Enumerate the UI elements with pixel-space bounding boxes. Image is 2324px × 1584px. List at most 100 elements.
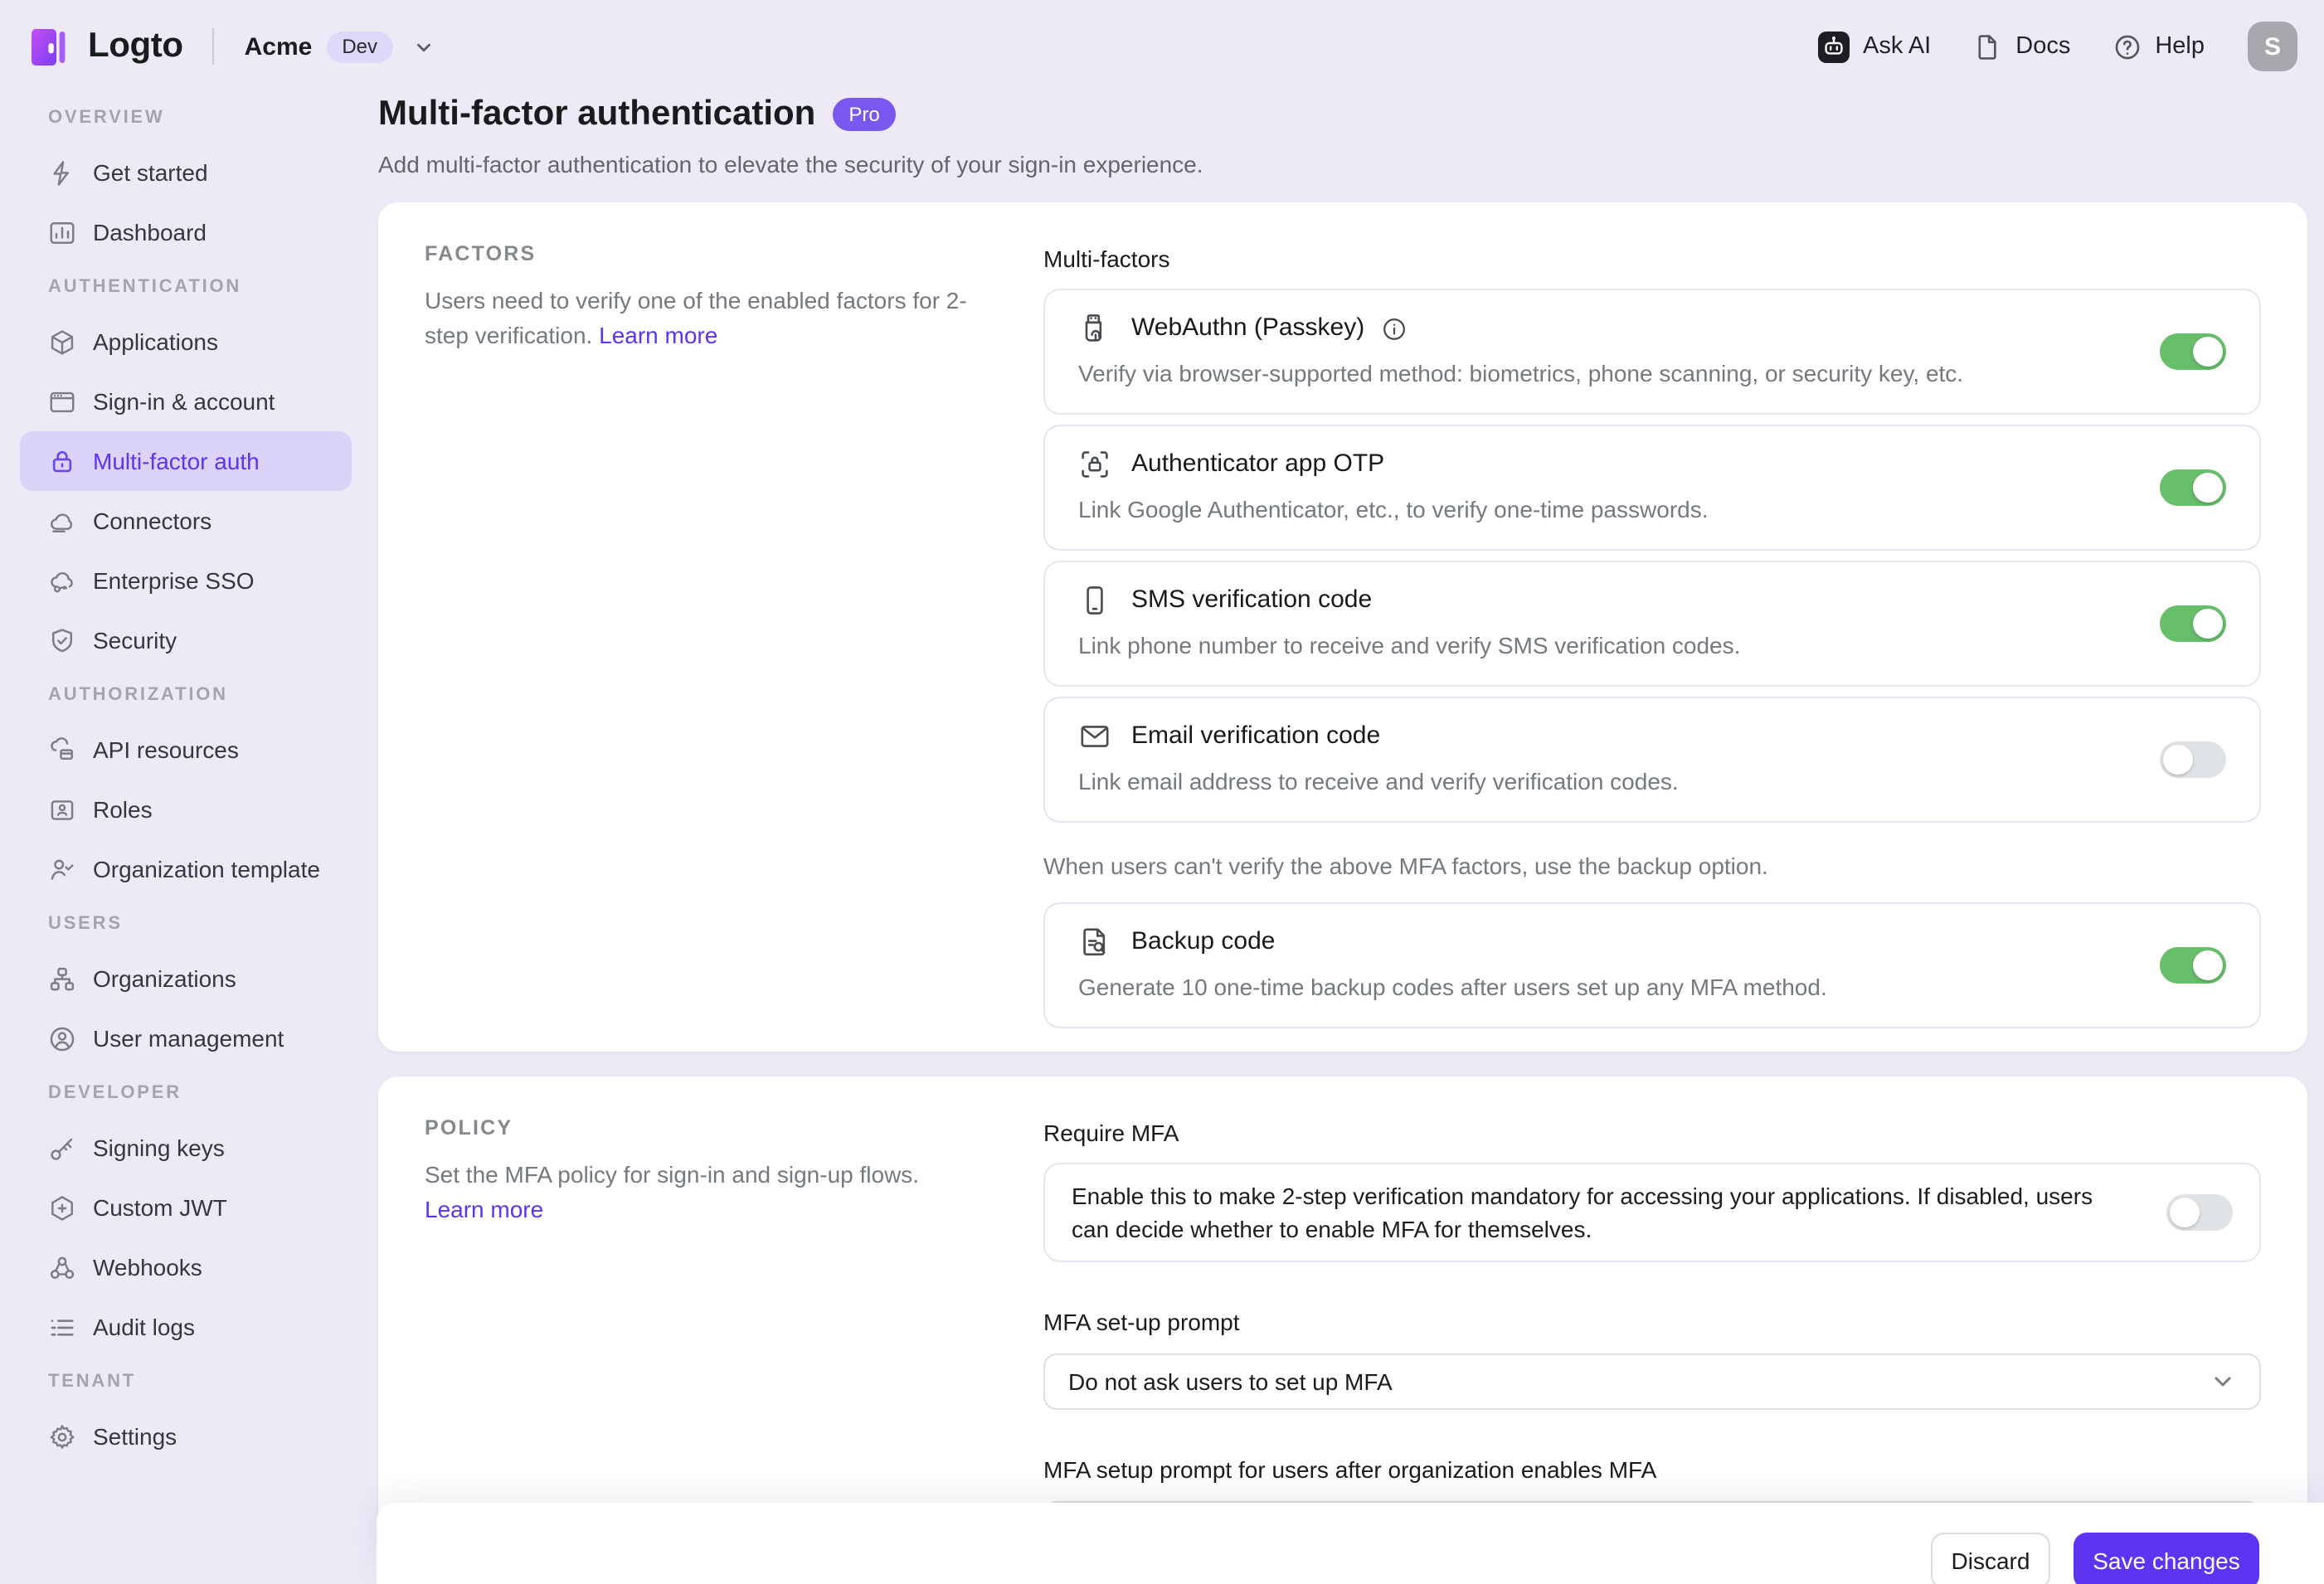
lightning-icon <box>48 158 76 187</box>
sidebar-item-label: Multi-factor auth <box>93 448 260 474</box>
sidebar-item-label: Organization template <box>93 856 320 882</box>
sidebar-item-label: Enterprise SSO <box>93 567 255 594</box>
policy-description-text: Set the MFA policy for sign-in and sign-… <box>425 1161 919 1188</box>
ask-ai-icon <box>1818 31 1850 62</box>
policy-learn-more-link[interactable]: Learn more <box>425 1196 543 1222</box>
help-button[interactable]: Help <box>2113 32 2205 61</box>
cloud-box-icon <box>48 736 76 764</box>
sidebar-item-sign-in-account[interactable]: Sign-in & account <box>20 372 352 431</box>
multi-factors-label: Multi-factors <box>1043 242 2261 275</box>
chevron-down-icon <box>411 34 435 59</box>
sidebar-item-organizations[interactable]: Organizations <box>20 949 352 1008</box>
sidebar-item-label: Applications <box>93 328 218 355</box>
backup-code-toggle[interactable] <box>2160 947 2226 984</box>
envelope-icon <box>1078 720 1111 753</box>
user-circle-icon <box>48 1024 76 1052</box>
toggle-knob <box>2193 609 2223 639</box>
factor-description: Generate 10 one-time backup codes after … <box>1078 970 2226 1003</box>
webauthn-icon <box>1078 312 1111 345</box>
sidebar-item-multi-factor-auth[interactable]: Multi-factor auth <box>20 431 352 491</box>
sidebar-item-label: API resources <box>93 736 239 763</box>
shield-check-icon <box>48 626 76 654</box>
tenant-name: Acme <box>245 32 313 61</box>
pro-badge: Pro <box>832 98 896 131</box>
sidebar-item-signing-keys[interactable]: Signing keys <box>20 1118 352 1178</box>
user-avatar[interactable]: S <box>2248 22 2297 71</box>
section-label-authentication: AUTHENTICATION <box>48 277 372 299</box>
help-icon <box>2113 32 2142 61</box>
factors-learn-more-link[interactable]: Learn more <box>599 322 717 348</box>
sidebar-item-label: Organizations <box>93 965 236 992</box>
email-toggle[interactable] <box>2160 741 2226 778</box>
avatar-initial: S <box>2264 32 2281 61</box>
dashboard-icon <box>48 218 76 246</box>
sidebar-item-custom-jwt[interactable]: Custom JWT <box>20 1178 352 1237</box>
sidebar-item-organization-template[interactable]: Organization template <box>20 839 352 899</box>
toggle-knob <box>2170 1198 2200 1227</box>
sidebar-item-api-resources[interactable]: API resources <box>20 720 352 780</box>
sms-toggle[interactable] <box>2160 605 2226 642</box>
factor-row-backup-code: Backup code Generate 10 one-time backup … <box>1043 902 2261 1028</box>
docs-button[interactable]: Docs <box>1974 32 2070 61</box>
sidebar-item-user-management[interactable]: User management <box>20 1008 352 1068</box>
factors-section-description: Users need to verify one of the enabled … <box>425 284 975 353</box>
factor-head: Email verification code <box>1078 720 2226 753</box>
discard-button[interactable]: Discard <box>1931 1533 2050 1584</box>
factor-description: Verify via browser-supported method: bio… <box>1078 357 2226 390</box>
otp-scan-lock-icon <box>1078 448 1111 481</box>
user-check-icon <box>48 855 76 883</box>
webauthn-toggle[interactable] <box>2160 333 2226 370</box>
factor-head: Backup code <box>1078 926 2226 959</box>
webhook-icon <box>48 1253 76 1281</box>
backup-note: When users can't verify the above MFA fa… <box>1043 849 2261 882</box>
smartphone-icon <box>1078 584 1111 617</box>
page-title-row: Multi-factor authentication Pro <box>378 93 2307 136</box>
factor-row-webauthn: WebAuthn (Passkey) Verify via browser-su… <box>1043 289 2261 415</box>
ask-ai-button[interactable]: Ask AI <box>1818 31 1931 62</box>
section-label-tenant: TENANT <box>48 1372 372 1393</box>
factor-description: Link Google Authenticator, etc., to veri… <box>1078 493 2226 526</box>
sidebar-item-label: Dashboard <box>93 219 207 245</box>
logo-text: Logto <box>88 27 183 66</box>
save-changes-button[interactable]: Save changes <box>2074 1533 2259 1584</box>
tenant-selector[interactable]: Acme Dev <box>245 31 435 62</box>
ask-ai-label: Ask AI <box>1863 33 1931 60</box>
info-icon[interactable] <box>1381 316 1406 341</box>
docs-icon <box>1974 32 2002 61</box>
lock-icon <box>48 447 76 475</box>
list-icon <box>48 1313 76 1341</box>
logto-logo[interactable]: Logto <box>27 24 183 69</box>
toggle-knob <box>2193 473 2223 503</box>
sidebar-item-audit-logs[interactable]: Audit logs <box>20 1297 352 1357</box>
mfa-setup-prompt-select[interactable]: Do not ask users to set up MFA <box>1043 1353 2261 1410</box>
sidebar-item-security[interactable]: Security <box>20 610 352 670</box>
chevron-down-icon <box>2210 1368 2236 1395</box>
factor-row-sms: SMS verification code Link phone number … <box>1043 561 2261 687</box>
sidebar-item-label: Custom JWT <box>93 1194 227 1221</box>
org-tree-icon <box>48 964 76 993</box>
app-window: Logto Acme Dev <box>0 0 2324 1584</box>
sidebar-item-settings[interactable]: Settings <box>20 1407 352 1466</box>
require-mfa-box: Enable this to make 2-step verification … <box>1043 1163 2261 1262</box>
key-icon <box>48 1134 76 1162</box>
sidebar-item-label: Security <box>93 627 177 654</box>
sidebar-item-roles[interactable]: Roles <box>20 780 352 839</box>
sidebar-item-webhooks[interactable]: Webhooks <box>20 1237 352 1297</box>
page-subtitle: Add multi-factor authentication to eleva… <box>378 148 2307 181</box>
policy-section-description: Set the MFA policy for sign-in and sign-… <box>425 1158 975 1227</box>
sidebar-item-dashboard[interactable]: Dashboard <box>20 202 352 262</box>
sidebar-item-label: Settings <box>93 1423 177 1450</box>
factor-name: Authenticator app OTP <box>1131 448 1384 481</box>
save-bar: Discard Save changes <box>377 1503 2324 1584</box>
sidebar-item-applications[interactable]: Applications <box>20 312 352 372</box>
topbar-divider <box>213 28 215 65</box>
sidebar-item-get-started[interactable]: Get started <box>20 143 352 202</box>
sidebar-item-label: Signing keys <box>93 1135 225 1161</box>
id-card-icon <box>48 795 76 824</box>
sidebar-item-connectors[interactable]: Connectors <box>20 491 352 551</box>
require-mfa-toggle[interactable] <box>2166 1194 2233 1231</box>
sidebar-item-label: Audit logs <box>93 1314 195 1340</box>
sidebar-item-label: Get started <box>93 159 208 186</box>
authenticator-otp-toggle[interactable] <box>2160 469 2226 506</box>
sidebar-item-enterprise-sso[interactable]: Enterprise SSO <box>20 551 352 610</box>
